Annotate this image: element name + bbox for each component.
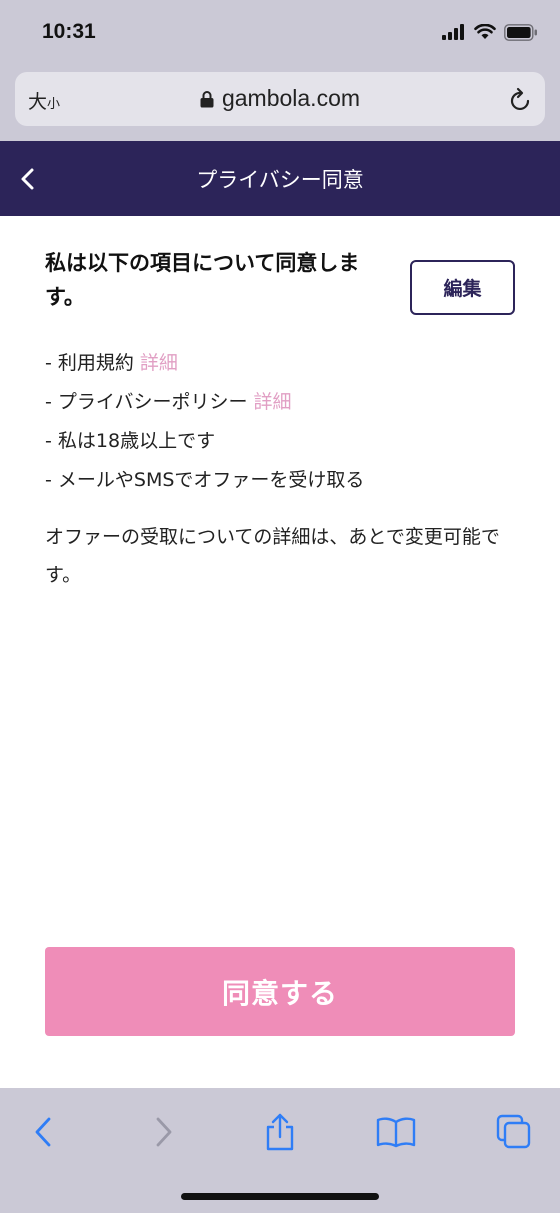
bookmarks-button[interactable] (376, 1112, 416, 1152)
offer-note: オファーの受取についての詳細は、あとで変更可能です。 (45, 526, 500, 586)
agree-button[interactable]: 同意する (45, 947, 515, 1036)
list-item-age: - 私は18歳以上です (45, 422, 364, 461)
list-item-offers: - メールやSMSでオファーを受け取る (45, 461, 364, 500)
lock-icon (200, 90, 214, 107)
app-header: プライバシー同意 (0, 141, 560, 216)
browser-back-button[interactable] (23, 1112, 63, 1152)
tabs-icon (496, 1114, 531, 1149)
share-icon (266, 1113, 294, 1151)
reload-icon[interactable] (509, 86, 533, 112)
privacy-detail-link[interactable]: 詳細 (254, 391, 292, 413)
chevron-left-icon (35, 1117, 51, 1147)
status-bar: 10:31 (0, 0, 560, 68)
home-indicator (181, 1193, 379, 1200)
share-button[interactable] (260, 1112, 300, 1152)
book-icon (376, 1117, 416, 1148)
browser-forward-button[interactable] (144, 1112, 184, 1152)
terms-list: - 利用規約 詳細 - プライバシーポリシー 詳細 - 私は18歳以上です - メー… (45, 344, 364, 500)
address-bar[interactable]: 大小 gambola.com (15, 72, 545, 126)
edit-button[interactable]: 編集 (410, 260, 515, 315)
page-title: プライバシー同意 (196, 168, 364, 192)
list-item-privacy-policy: - プライバシーポリシー 詳細 (45, 383, 364, 422)
chevron-right-icon (156, 1117, 172, 1147)
url-text: gambola.com (221, 85, 361, 111)
terms-of-use-label: - 利用規約 (45, 352, 134, 374)
privacy-policy-label: - プライバシーポリシー (45, 391, 248, 413)
age-label: - 私は18歳以上です (45, 430, 216, 452)
browser-top-bar: 10:31 大小 gambola.com (0, 0, 560, 141)
browser-toolbar (0, 1088, 560, 1213)
tabs-button[interactable] (494, 1112, 534, 1152)
url-display[interactable]: gambola.com (15, 85, 545, 112)
status-icons (442, 22, 538, 42)
signal-icon (442, 24, 464, 40)
terms-detail-link[interactable]: 詳細 (140, 352, 178, 374)
status-time: 10:31 (42, 20, 96, 43)
wifi-icon (474, 24, 496, 39)
consent-heading: 私は以下の項目について同意します。 (45, 251, 360, 309)
consent-content: 私は以下の項目について同意します。 編集 - 利用規約 詳細 - プライバシーポリ… (0, 216, 560, 1088)
offers-label: - メールやSMSでオファーを受け取る (45, 469, 365, 491)
app-root: 10:31 大小 gambola.com プライバシー同意 私は以下の項目につい… (0, 0, 560, 1213)
battery-icon (504, 23, 537, 41)
list-item-terms-of-use: - 利用規約 詳細 (45, 344, 364, 383)
